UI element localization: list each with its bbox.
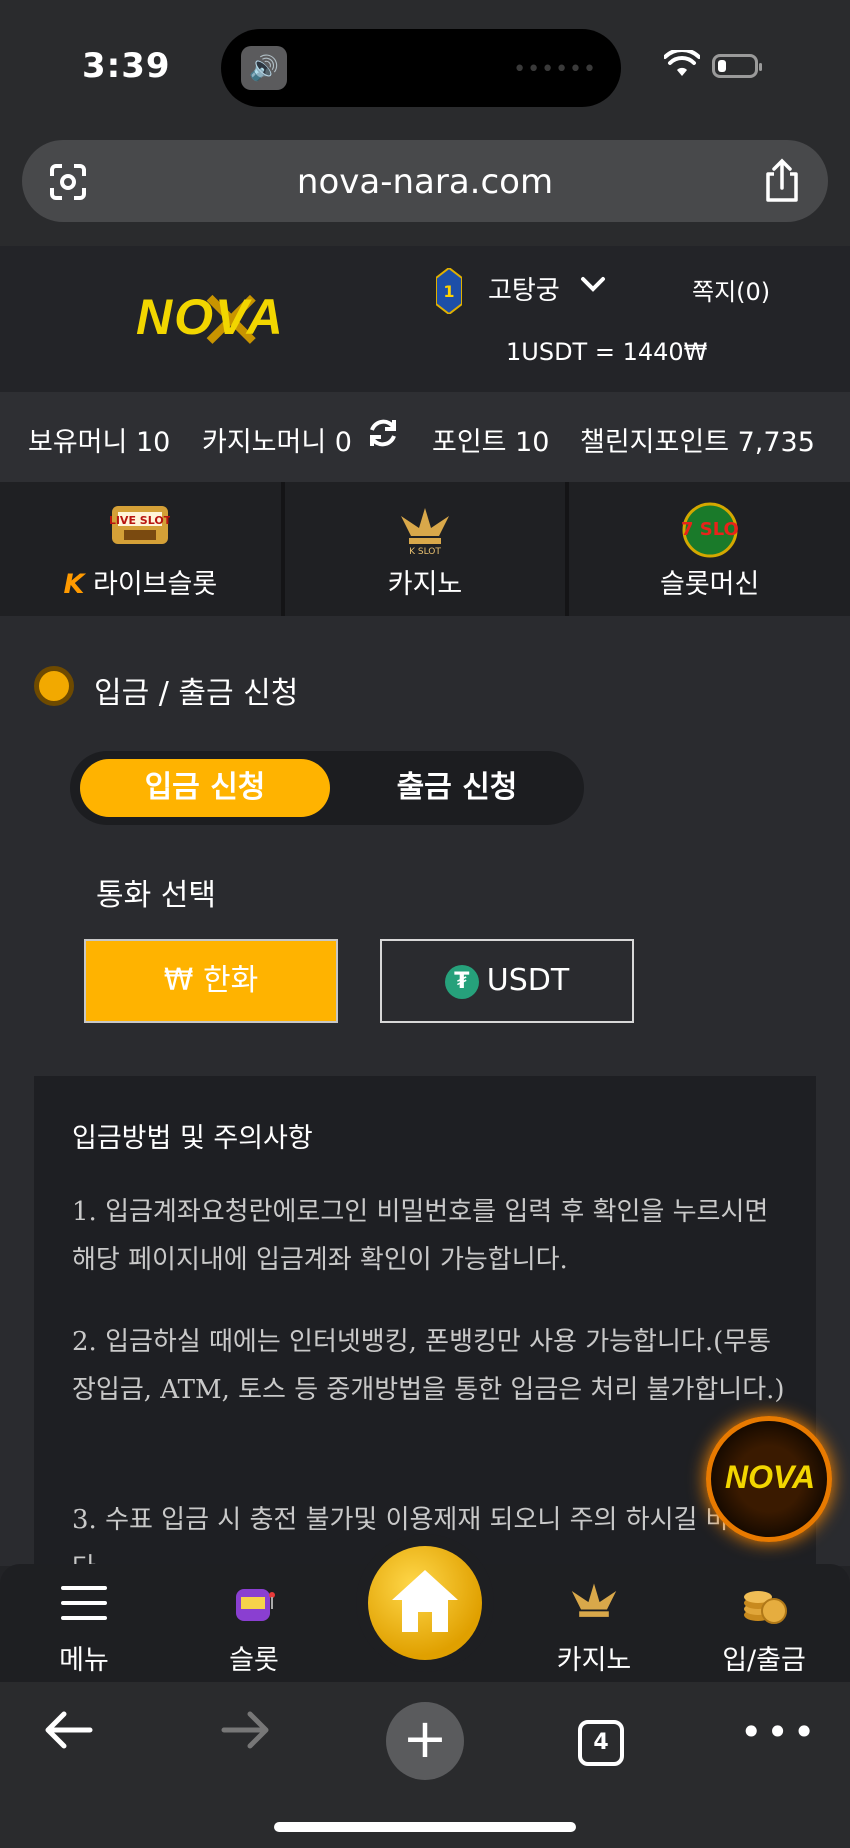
tabs-count-button[interactable]: 4 [578,1720,624,1766]
usdt-label: USDT [486,963,570,998]
share-icon[interactable] [762,158,802,204]
777-badge: 777 SLOTS [682,519,738,540]
hamburger-icon [61,1586,107,1620]
tab-casino[interactable]: K SLOT 카지노 [285,482,570,616]
wifi-icon [664,50,700,76]
k-brand-icon: K [63,569,85,600]
coins-icon [744,1591,787,1624]
floating-logo-button[interactable]: NOVA [706,1416,832,1542]
home-indicator [274,1822,576,1832]
notice-item: 1. 입금계좌요청란에로그인 비밀번호를 입력 후 확인을 누르시면 해당 페이… [72,1197,769,1275]
url-text[interactable]: nova-nara.com [22,162,828,202]
request-type-toggle: 입금 신청 출금 신청 [70,751,584,825]
browser-bottom-bar: + 4 ••• [0,1682,850,1848]
rank-badge-icon: 1 [436,268,462,314]
k-slot-badge: K SLOT [409,547,441,556]
slot-machine-icon [236,1589,275,1621]
live-slot-icon: LIVE SLOT [109,502,172,552]
tab-slot-machine[interactable]: 777 SLOTS 슬롯머신 [569,482,850,616]
777-slots-icon: 777 SLOTS [656,502,764,562]
currency-usdt-button[interactable]: ₮ USDT [380,939,634,1023]
clock: 3:39 [82,46,171,86]
casino-money: 카지노머니 0 [202,427,352,458]
nav-slot[interactable]: 슬롯 [184,1576,324,1677]
refresh-icon[interactable] [366,416,400,450]
messages-link[interactable]: 쪽지(0) [692,272,770,307]
rank-level: 1 [443,282,454,301]
site-header: ✕ NOVA 1 고탕궁 쪽지(0) 1USDT = 1440₩ [0,246,850,392]
dots-icon: •••••• [513,57,597,82]
home-icon [392,1570,458,1632]
withdraw-request-button[interactable]: 출금 신청 [332,759,582,817]
nav-menu-label: 메뉴 [59,1645,109,1676]
balance-bar: 보유머니 10 카지노머니 0 포인트 10 챌린지포인트 7,735 [0,392,850,482]
notice-item: 2. 입금하실 때에는 인터넷뱅킹, 폰뱅킹만 사용 가능합니다.(무통장입금,… [72,1327,785,1405]
status-bar: 3:39 🔊 •••••• [0,0,850,130]
holding-money: 보유머니 10 [28,427,171,458]
section-title: 입금 / 출금 신청 [94,676,299,711]
address-bar[interactable]: nova-nara.com [22,140,828,222]
deposit-withdraw-section: 입금 / 출금 신청 입금 신청 출금 신청 통화 선택 ₩ 한화 ₮ USDT … [0,616,850,1596]
browser-toolbar: nova-nara.com [0,130,850,246]
more-dots-icon[interactable]: ••• [740,1710,819,1754]
nav-deposit-withdraw-label: 입/출금 [722,1645,806,1676]
dynamic-island: 🔊 •••••• [221,29,621,107]
back-arrow-icon[interactable] [42,1708,94,1752]
tab-live-slot[interactable]: LIVE SLOT K 라이브슬롯 [0,482,285,616]
nova-logo[interactable]: ✕ NOVA [136,272,306,370]
nav-deposit-withdraw[interactable]: 입/출금 [694,1576,834,1677]
nav-casino-label: 카지노 [556,1645,632,1676]
tether-icon: ₮ [444,964,479,999]
k-slot-icon: K SLOT [395,502,455,560]
speaker-icon: 🔊 [241,46,287,90]
game-tabs: LIVE SLOT K 라이브슬롯 K SLOT 카지노 777 SLOTS 슬… [0,482,850,616]
points: 포인트 10 [432,427,550,458]
notice-box: 입금방법 및 주의사항 1. 입금계좌요청란에로그인 비밀번호를 입력 후 확인… [34,1076,816,1596]
deposit-request-button[interactable]: 입금 신청 [80,759,330,817]
currency-label: 통화 선택 [96,878,216,913]
notice-title: 입금방법 및 주의사항 [72,1123,313,1154]
currency-krw-button[interactable]: ₩ 한화 [84,939,338,1023]
tab-label-slot-machine: 슬롯머신 [659,569,760,600]
nav-menu[interactable]: 메뉴 [14,1576,154,1677]
exchange-rate: 1USDT = 1440₩ [506,338,708,366]
floating-logo-text: NOVA [725,1459,816,1495]
nav-slot-label: 슬롯 [229,1645,279,1676]
username[interactable]: 고탕궁 [488,270,560,307]
new-tab-plus-icon[interactable]: + [386,1702,464,1780]
tab-label-live-slot: 라이브슬롯 [93,569,218,600]
nav-casino[interactable]: 카지노 [524,1576,664,1677]
battery-icon [712,54,762,78]
section-bullet-icon [34,666,74,706]
challenge-points: 챌린지포인트 7,735 [580,427,815,458]
live-badge: LIVE SLOT [110,514,170,527]
k-slot-nav-icon [571,1583,617,1617]
forward-arrow-icon[interactable] [220,1708,272,1752]
home-button[interactable] [356,1534,494,1672]
chevron-down-icon[interactable] [580,272,606,300]
tab-label-casino: 카지노 [387,569,463,600]
